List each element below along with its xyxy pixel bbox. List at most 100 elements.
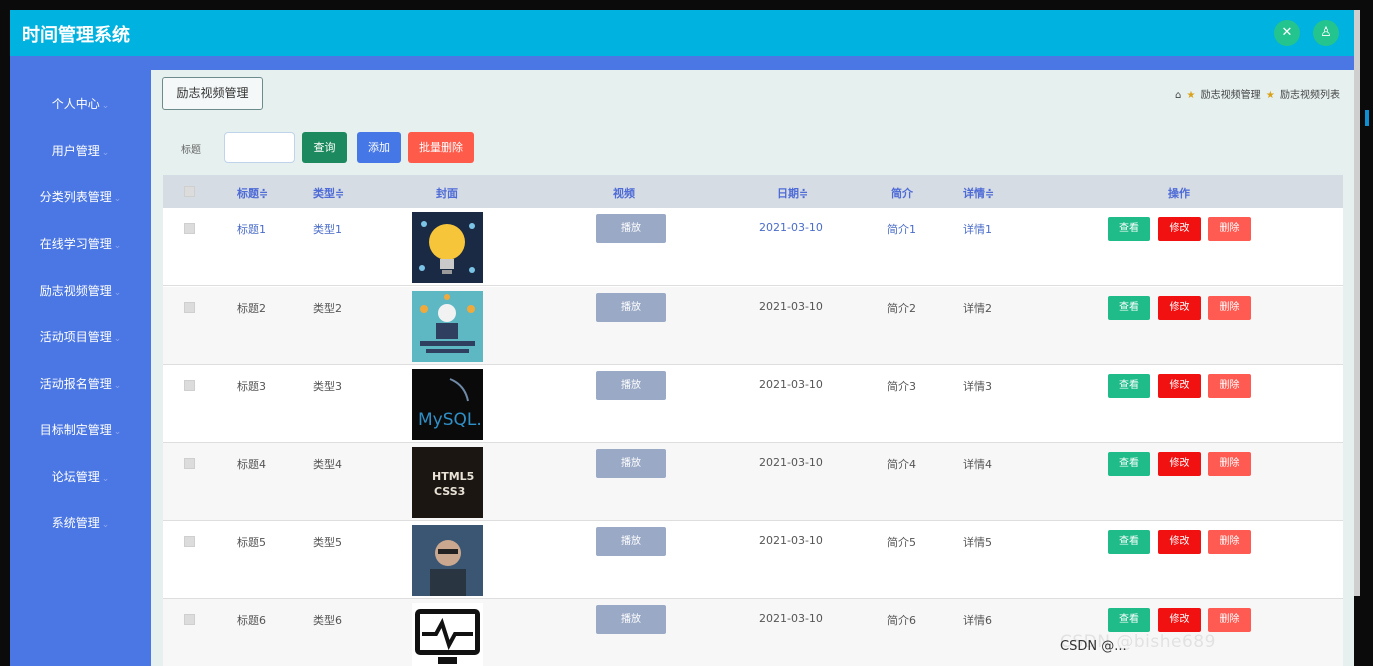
page-tab-tag[interactable]: 励志视频管理 bbox=[162, 77, 263, 110]
column-title[interactable]: 标题≑ bbox=[237, 185, 268, 201]
play-button[interactable]: 播放 bbox=[596, 449, 666, 478]
row-date: 2021-03-10 bbox=[759, 300, 823, 313]
select-all-checkbox[interactable] bbox=[184, 186, 195, 197]
row-title: 标题2 bbox=[237, 302, 266, 315]
edit-button[interactable]: 修改 bbox=[1158, 217, 1201, 241]
table-row: 标题1 类型1 播放 2021-03-10 简介1 详情1 查看 修改 删除 bbox=[163, 208, 1343, 286]
sidebar-item-personal-center[interactable]: 个人中心 ⌄ bbox=[10, 89, 151, 119]
column-cover: 封面 bbox=[436, 187, 458, 200]
scrollbar-thumb[interactable] bbox=[1365, 110, 1369, 126]
html5-logo-text: HTML5 bbox=[432, 470, 474, 483]
column-date[interactable]: 日期≑ bbox=[777, 185, 808, 201]
table-row: 标题5 类型5 播放 2021-03-10 简介5 详情5 查看 修改 删除 bbox=[163, 521, 1343, 599]
view-button[interactable]: 查看 bbox=[1108, 608, 1150, 632]
fullscreen-icon[interactable]: ✕ bbox=[1274, 20, 1300, 46]
sidebar-item-goal-mgmt[interactable]: 目标制定管理 ⌄ bbox=[10, 415, 151, 445]
row-title: 标题1 bbox=[237, 223, 266, 236]
chevron-down-icon: ⌄ bbox=[113, 288, 122, 298]
row-title: 标题5 bbox=[237, 536, 266, 549]
sidebar-item-forum-mgmt[interactable]: 论坛管理 ⌄ bbox=[10, 462, 151, 492]
row-type: 类型1 bbox=[313, 223, 342, 236]
row-detail: 详情4 bbox=[963, 458, 992, 471]
breadcrumb: ⌂ ★ 励志视频管理 ★ 励志视频列表 bbox=[1175, 86, 1340, 101]
play-button[interactable]: 播放 bbox=[596, 214, 666, 243]
delete-button[interactable]: 删除 bbox=[1208, 452, 1251, 476]
chevron-down-icon: ⌄ bbox=[113, 241, 122, 251]
chevron-down-icon: ⌄ bbox=[101, 520, 110, 530]
breadcrumb-level2: 励志视频列表 bbox=[1280, 90, 1340, 101]
view-button[interactable]: 查看 bbox=[1108, 217, 1150, 241]
row-type: 类型3 bbox=[313, 380, 342, 393]
star-icon: ★ bbox=[1186, 90, 1196, 101]
sidebar-item-label: 个人中心 bbox=[51, 97, 100, 111]
chevron-down-icon: ⌄ bbox=[113, 381, 122, 391]
monitor-cover-image bbox=[412, 603, 483, 666]
play-button[interactable]: 播放 bbox=[596, 371, 666, 400]
row-checkbox[interactable] bbox=[184, 302, 195, 313]
search-title-label: 标题 bbox=[181, 145, 201, 156]
view-button[interactable]: 查看 bbox=[1108, 452, 1150, 476]
view-button[interactable]: 查看 bbox=[1108, 374, 1150, 398]
edit-button[interactable]: 修改 bbox=[1158, 452, 1201, 476]
play-button[interactable]: 播放 bbox=[596, 605, 666, 634]
view-button[interactable]: 查看 bbox=[1108, 530, 1150, 554]
row-checkbox[interactable] bbox=[184, 380, 195, 391]
row-date: 2021-03-10 bbox=[759, 456, 823, 469]
delete-button[interactable]: 删除 bbox=[1208, 608, 1251, 632]
delete-button[interactable]: 删除 bbox=[1208, 374, 1251, 398]
edit-button[interactable]: 修改 bbox=[1158, 530, 1201, 554]
row-detail: 详情6 bbox=[963, 614, 992, 627]
edit-button[interactable]: 修改 bbox=[1158, 374, 1201, 398]
play-button[interactable]: 播放 bbox=[596, 527, 666, 556]
chevron-down-icon: ⌄ bbox=[113, 194, 122, 204]
sidebar-item-user-mgmt[interactable]: 用户管理 ⌄ bbox=[10, 136, 151, 166]
delete-button[interactable]: 删除 bbox=[1208, 530, 1251, 554]
table-row: 标题4 类型4 HTML5 CSS3 播放 2021-03-10 简介4 详情4… bbox=[163, 443, 1343, 521]
row-intro: 简介3 bbox=[887, 380, 916, 393]
sidebar-item-system-mgmt[interactable]: 系统管理 ⌄ bbox=[10, 508, 151, 538]
add-button[interactable]: 添加 bbox=[357, 132, 401, 163]
row-checkbox[interactable] bbox=[184, 458, 195, 469]
sidebar-item-video-mgmt[interactable]: 励志视频管理 ⌄ bbox=[10, 276, 151, 306]
sidebar-item-label: 活动报名管理 bbox=[39, 377, 112, 391]
row-checkbox[interactable] bbox=[184, 223, 195, 234]
chevron-down-icon: ⌄ bbox=[113, 427, 122, 437]
sidebar-item-label: 系统管理 bbox=[51, 516, 100, 530]
chevron-down-icon: ⌄ bbox=[101, 101, 110, 111]
search-title-input[interactable] bbox=[224, 132, 295, 163]
sidebar-item-label: 活动项目管理 bbox=[39, 330, 112, 344]
home-icon[interactable]: ⌂ bbox=[1175, 90, 1181, 101]
column-video: 视频 bbox=[613, 187, 635, 200]
delete-button[interactable]: 删除 bbox=[1208, 296, 1251, 320]
page-scrollbar[interactable] bbox=[1354, 10, 1360, 596]
row-date: 2021-03-10 bbox=[759, 378, 823, 391]
breadcrumb-level1[interactable]: 励志视频管理 bbox=[1201, 90, 1261, 101]
sidebar-item-online-learning[interactable]: 在线学习管理 ⌄ bbox=[10, 229, 151, 259]
chevron-down-icon: ⌄ bbox=[101, 474, 110, 484]
circuit-cover-image bbox=[412, 291, 483, 362]
user-icon[interactable]: ♙ bbox=[1313, 20, 1339, 46]
row-checkbox[interactable] bbox=[184, 614, 195, 625]
css3-logo-text: CSS3 bbox=[434, 485, 465, 498]
row-title: 标题4 bbox=[237, 458, 266, 471]
video-table: 标题≑ 类型≑ 封面 视频 日期≑ 简介 详情≑ 操作 标题1 类型1 播放 2… bbox=[163, 175, 1343, 666]
edit-button[interactable]: 修改 bbox=[1158, 608, 1201, 632]
lightbulb-cover-image bbox=[412, 212, 483, 283]
top-header: 时间管理系统 ✕ ♙ bbox=[10, 10, 1354, 56]
query-button[interactable]: 查询 bbox=[302, 132, 347, 163]
column-type[interactable]: 类型≑ bbox=[313, 185, 344, 201]
row-checkbox[interactable] bbox=[184, 536, 195, 547]
sidebar-item-category-mgmt[interactable]: 分类列表管理 ⌄ bbox=[10, 182, 151, 212]
sidebar-item-activity-mgmt[interactable]: 活动项目管理 ⌄ bbox=[10, 322, 151, 352]
column-detail[interactable]: 详情≑ bbox=[963, 185, 994, 201]
edit-button[interactable]: 修改 bbox=[1158, 296, 1201, 320]
app-title: 时间管理系统 bbox=[22, 25, 130, 46]
play-button[interactable]: 播放 bbox=[596, 293, 666, 322]
column-operations: 操作 bbox=[1168, 187, 1190, 200]
view-button[interactable]: 查看 bbox=[1108, 296, 1150, 320]
sidebar-item-signup-mgmt[interactable]: 活动报名管理 ⌄ bbox=[10, 369, 151, 399]
row-detail: 详情2 bbox=[963, 302, 992, 315]
row-type: 类型5 bbox=[313, 536, 342, 549]
batch-delete-button[interactable]: 批量删除 bbox=[408, 132, 474, 163]
delete-button[interactable]: 删除 bbox=[1208, 217, 1251, 241]
